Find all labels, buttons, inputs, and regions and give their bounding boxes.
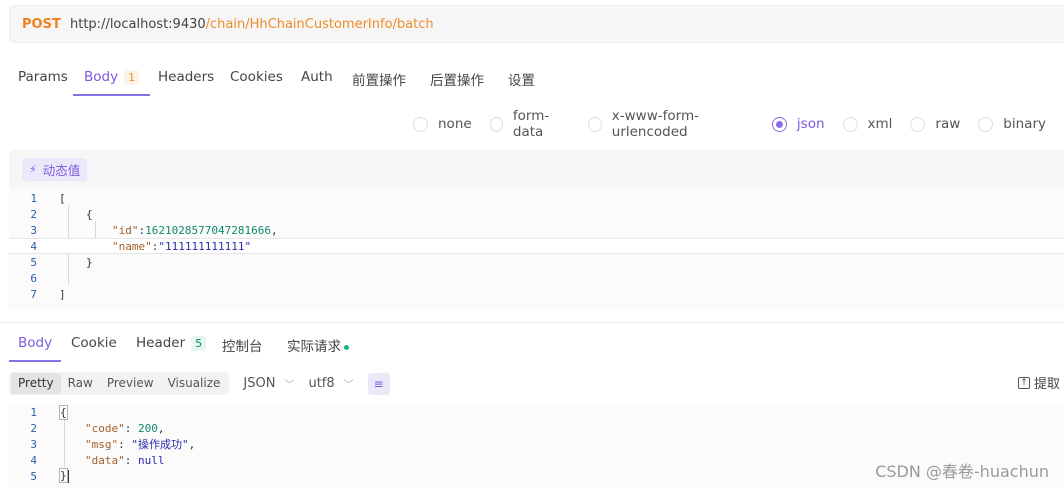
code-line: 2 { — [30, 207, 93, 221]
magic-wand-icon: ⚡ — [29, 163, 37, 176]
encoding-select[interactable]: utf8 ﹀ — [308, 376, 353, 391]
extract-button[interactable]: ↑ 提取 — [1017, 373, 1060, 392]
text-cursor — [67, 469, 69, 483]
tab-post-operations[interactable]: 后置操作 — [430, 58, 484, 96]
radio-icon[interactable] — [842, 116, 858, 132]
chevron-down-icon: ﹀ — [284, 380, 295, 391]
chevron-down-icon: ﹀ — [343, 380, 354, 391]
body-type-urlencoded[interactable]: x-www-form-urlencoded — [588, 108, 753, 140]
body-type-form-data[interactable]: form-data — [489, 108, 571, 140]
url-bar[interactable]: POST http://localhost:9430/chain/HhChain… — [9, 5, 1064, 43]
view-mode-raw[interactable]: Raw — [61, 373, 100, 394]
tab-params[interactable]: Params — [18, 58, 68, 96]
response-tab-actual-request[interactable]: 实际请求 — [287, 326, 349, 362]
tab-cookies[interactable]: Cookies — [230, 58, 283, 96]
code-line: 1 { — [30, 404, 68, 420]
radio-icon[interactable] — [588, 116, 602, 132]
code-line: 3 "id":1621028577047281666, — [30, 223, 278, 237]
request-tabs: Params Body 1 Headers Cookies Auth 前置操作 后… — [0, 58, 1064, 98]
response-tab-cookie[interactable]: Cookie — [71, 326, 117, 362]
section-divider — [0, 322, 1064, 323]
radio-checked-icon[interactable] — [771, 116, 787, 132]
header-count-badge: 5 — [191, 336, 207, 351]
request-code-area[interactable]: 1 [ 2 { 3 "id":1621028577047281666, 4 "n… — [9, 189, 1064, 310]
code-line: 7 ] — [30, 287, 66, 301]
response-toolbar: Pretty Raw Preview Visualize JSON ﹀ utf8… — [9, 371, 1064, 396]
body-type-xml[interactable]: xml — [842, 116, 892, 132]
code-line: 6 — [30, 271, 37, 285]
response-tabs: Body Cookie Header 5 控制台 实际请求 — [0, 326, 1064, 362]
code-line: 5 } — [30, 255, 93, 269]
body-type-json[interactable]: json — [771, 116, 825, 132]
view-mode-segmented: Pretty Raw Preview Visualize — [9, 372, 230, 395]
watermark: CSDN @春卷-huachun — [875, 462, 1049, 481]
response-tab-console[interactable]: 控制台 — [222, 326, 263, 362]
http-method[interactable]: POST — [22, 17, 70, 32]
view-mode-pretty[interactable]: Pretty — [11, 373, 61, 394]
radio-icon[interactable] — [978, 116, 994, 132]
status-dot-icon — [344, 344, 349, 350]
tab-pre-operations[interactable]: 前置操作 — [352, 58, 406, 96]
tab-settings[interactable]: 设置 — [508, 58, 535, 96]
body-count-badge: 1 — [124, 70, 140, 85]
url-path[interactable]: /chain/HhChainCustomerInfo/batch — [206, 17, 434, 32]
extract-icon: ↑ — [1017, 376, 1030, 389]
view-mode-preview[interactable]: Preview — [100, 373, 161, 394]
radio-icon[interactable] — [910, 116, 926, 132]
response-tab-header[interactable]: Header 5 — [136, 326, 207, 362]
wrap-lines-icon: ≡ — [373, 376, 384, 391]
radio-icon[interactable] — [489, 116, 503, 132]
tab-body[interactable]: Body 1 — [72, 58, 151, 96]
tab-auth[interactable]: Auth — [301, 58, 333, 96]
url-host[interactable]: http://localhost:9430 — [70, 17, 206, 32]
body-type-binary[interactable]: binary — [978, 116, 1046, 132]
view-mode-visualize[interactable]: Visualize — [161, 373, 228, 394]
tab-headers[interactable]: Headers — [158, 58, 214, 96]
body-type-selector: none form-data x-www-form-urlencoded jso… — [413, 108, 1064, 140]
request-body-editor: ⚡ 动态值 1 [ 2 { 3 "id":1621028577047281666… — [9, 150, 1064, 310]
code-line: 3 "msg": "操作成功", — [30, 437, 196, 452]
code-line: 1 [ — [30, 191, 66, 205]
radio-icon[interactable] — [413, 116, 428, 132]
code-line-active: 4 "name":"111111111111" — [9, 238, 1064, 254]
response-tab-body[interactable]: Body — [8, 326, 62, 362]
format-select[interactable]: JSON ﹀ — [243, 376, 294, 391]
dynamic-value-button[interactable]: ⚡ 动态值 — [22, 158, 88, 181]
body-type-none[interactable]: none — [413, 116, 472, 132]
code-line: 2 "code": 200, — [30, 421, 165, 435]
body-type-raw[interactable]: raw — [910, 116, 960, 132]
word-wrap-button[interactable]: ≡ — [367, 372, 390, 395]
